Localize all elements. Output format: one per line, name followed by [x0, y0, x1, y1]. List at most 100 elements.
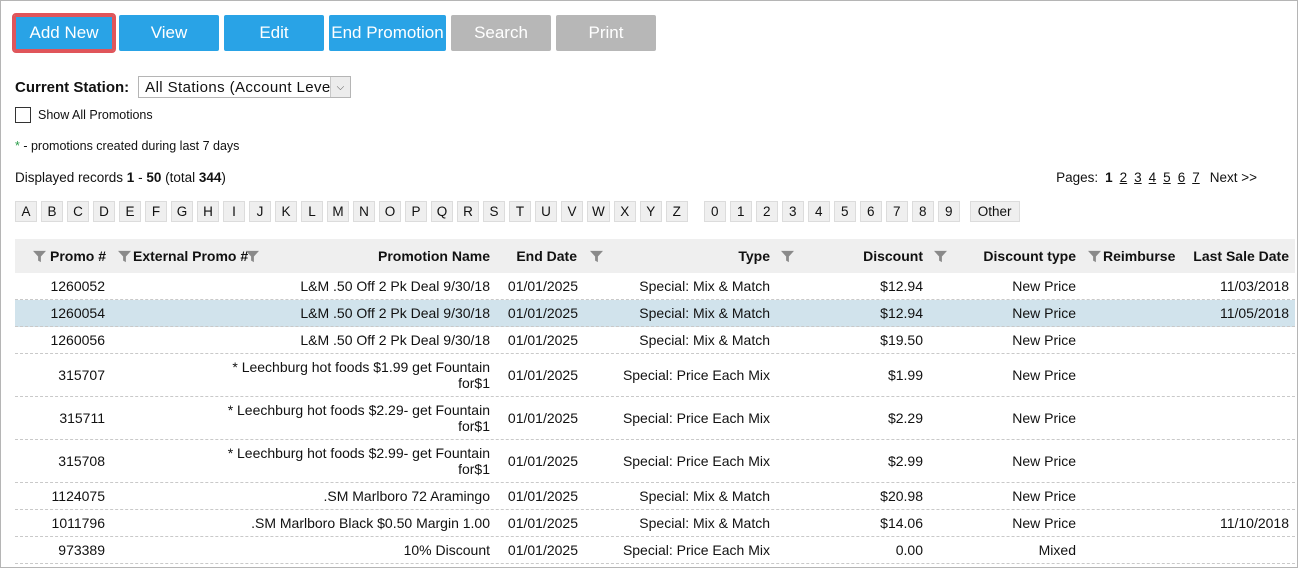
show-all-promotions: Show All Promotions [15, 107, 153, 123]
alpha-filter-letter[interactable]: V [561, 201, 583, 222]
table-row[interactable]: 1260056 L&M .50 Off 2 Pk Deal 9/30/18 01/0… [15, 327, 1295, 354]
type-filter-funnel-icon[interactable] [781, 239, 794, 273]
col-reimburse[interactable]: Reimburse [1103, 239, 1175, 273]
col-promotion-name[interactable]: Promotion Name [265, 239, 490, 273]
add-new-button[interactable]: Add New [12, 13, 116, 53]
table-row[interactable]: 1124075 .SM Marlboro 72 Aramingo 01/01/202… [15, 483, 1295, 510]
col-discount-type[interactable]: Discount type [955, 239, 1076, 273]
cell-last-sale-date [1175, 354, 1289, 396]
page-link[interactable]: 7 [1192, 170, 1200, 185]
external-filter-funnel-icon[interactable] [118, 239, 131, 273]
next-page-link[interactable]: Next >> [1210, 170, 1257, 185]
alpha-filter-letter[interactable]: G [171, 201, 193, 222]
alpha-filter-letter[interactable]: N [353, 201, 375, 222]
table-row[interactable]: 1260054 L&M .50 Off 2 Pk Deal 9/30/18 01/0… [15, 300, 1295, 327]
cell-discount-type: New Price [1012, 278, 1076, 294]
alpha-filter-digit[interactable]: 0 [703, 201, 726, 222]
alpha-filter-digit[interactable]: 6 [859, 201, 882, 222]
station-select[interactable]: All Stations (Account Level) ⌵ [138, 76, 352, 98]
table-row[interactable]: 315711 * Leechburg hot foods $2.29- get F… [15, 397, 1295, 440]
cell-promotion-name: * Leechburg hot foods $2.29- get Fountai… [227, 402, 490, 434]
alpha-filter-letter[interactable]: I [223, 201, 245, 222]
cell-end-date: 01/01/2025 [507, 367, 578, 383]
search-button[interactable]: Search [451, 15, 551, 51]
promotions-page: Add New View Edit End Promotion Search P… [0, 0, 1298, 568]
alpha-filter-letter[interactable]: R [457, 201, 479, 222]
alpha-filter-letter[interactable]: S [483, 201, 505, 222]
alpha-filter-letter[interactable]: A [15, 201, 37, 222]
alpha-filter-letter[interactable]: Y [639, 201, 662, 222]
cell-type: Special: Mix & Match [639, 332, 770, 348]
table-row[interactable]: 315707 * Leechburg hot foods $1.99 get Fo… [15, 354, 1295, 397]
table-row[interactable]: 973389 10% Discount 01/01/2025 Special: Pri… [15, 537, 1295, 564]
page-link[interactable]: 2 [1120, 170, 1128, 185]
name-filter-funnel-icon[interactable] [246, 239, 259, 273]
show-all-label[interactable]: Show All Promotions [38, 108, 153, 122]
view-button[interactable]: View [119, 15, 219, 51]
col-promo[interactable]: Promo # [50, 239, 106, 273]
cell-discount-type: New Price [1012, 515, 1076, 531]
cell-discount-type: New Price [1012, 305, 1076, 321]
alpha-filter-digit[interactable]: 9 [937, 201, 960, 222]
cell-type: Special: Mix & Match [639, 488, 770, 504]
chevron-down-icon[interactable]: ⌵ [330, 77, 351, 97]
alpha-filter-letter[interactable]: E [119, 201, 141, 222]
alpha-filter-spacer [692, 201, 700, 222]
col-last-sale-date[interactable]: Last Sale Date [1180, 239, 1289, 273]
cell-last-sale-date [1175, 397, 1289, 439]
page-link[interactable]: 3 [1134, 170, 1142, 185]
alpha-filter-letter[interactable]: D [93, 201, 115, 222]
records-dash: - [134, 170, 147, 185]
alpha-filter-letter[interactable]: L [301, 201, 323, 222]
end-promotion-button[interactable]: End Promotion [329, 15, 446, 51]
print-button[interactable]: Print [556, 15, 656, 51]
edit-button[interactable]: Edit [224, 15, 324, 51]
alpha-filter-digit[interactable]: 2 [755, 201, 778, 222]
cell-discount-type: New Price [1012, 453, 1076, 469]
col-discount[interactable]: Discount [805, 239, 923, 273]
alpha-filter-letter[interactable]: T [509, 201, 531, 222]
station-label: Current Station: [15, 78, 130, 96]
alpha-filter-digit[interactable]: 7 [885, 201, 908, 222]
alpha-filter-letter[interactable]: J [249, 201, 271, 222]
alpha-filter-letter[interactable]: C [67, 201, 89, 222]
alpha-filter-digit[interactable]: 4 [807, 201, 830, 222]
alpha-filter-letter[interactable]: Z [665, 201, 688, 222]
col-external-promo[interactable]: External Promo # [133, 239, 248, 273]
alpha-filter-other[interactable]: Other [969, 201, 1020, 222]
alpha-filter-digit[interactable]: 1 [729, 201, 752, 222]
col-end-date[interactable]: End Date [505, 239, 577, 273]
alpha-filter-letter[interactable]: O [379, 201, 401, 222]
alpha-filter-letter[interactable]: B [41, 201, 63, 222]
page-link[interactable]: 4 [1149, 170, 1157, 185]
alpha-filter-letter[interactable]: U [535, 201, 557, 222]
cell-last-sale-date [1175, 483, 1289, 509]
table-row[interactable]: 1011796 .SM Marlboro Black $0.50 Margin 1… [15, 510, 1295, 537]
show-all-checkbox[interactable] [15, 107, 31, 123]
discount-filter-funnel-icon[interactable] [934, 239, 947, 273]
table-row[interactable]: 315708 * Leechburg hot foods $2.99- get F… [15, 440, 1295, 483]
alpha-filter-digit[interactable]: 5 [833, 201, 856, 222]
alpha-filter-letter[interactable]: W [587, 201, 610, 222]
records-prefix: Displayed records [15, 170, 127, 185]
alpha-filter-letter[interactable]: H [197, 201, 219, 222]
page-link[interactable]: 5 [1163, 170, 1171, 185]
alpha-filter-digit[interactable]: 3 [781, 201, 804, 222]
enddate-filter-funnel-icon[interactable] [590, 239, 603, 273]
reimburse-filter-funnel-icon[interactable] [1088, 239, 1101, 273]
alpha-filter-letter[interactable]: K [275, 201, 297, 222]
col-type[interactable]: Type [615, 239, 770, 273]
alpha-filter-letter[interactable]: M [327, 201, 349, 222]
cell-end-date: 01/01/2025 [507, 332, 578, 348]
promo-filter-funnel-icon[interactable] [33, 239, 46, 273]
alpha-filter-letter[interactable]: X [613, 201, 636, 222]
page-link[interactable]: 6 [1178, 170, 1186, 185]
alpha-filter-digit[interactable]: 8 [911, 201, 934, 222]
alpha-filter-letter[interactable]: Q [431, 201, 453, 222]
cell-discount: $1.99 [887, 367, 923, 383]
table-row[interactable]: 1260052 L&M .50 Off 2 Pk Deal 9/30/18 01/0… [15, 273, 1295, 300]
alpha-filter-letter[interactable]: F [145, 201, 167, 222]
cell-discount: $2.29 [887, 410, 923, 426]
alpha-filter-letter[interactable]: P [405, 201, 427, 222]
table-header: Promo # External Promo # Promotion Name … [15, 239, 1295, 273]
